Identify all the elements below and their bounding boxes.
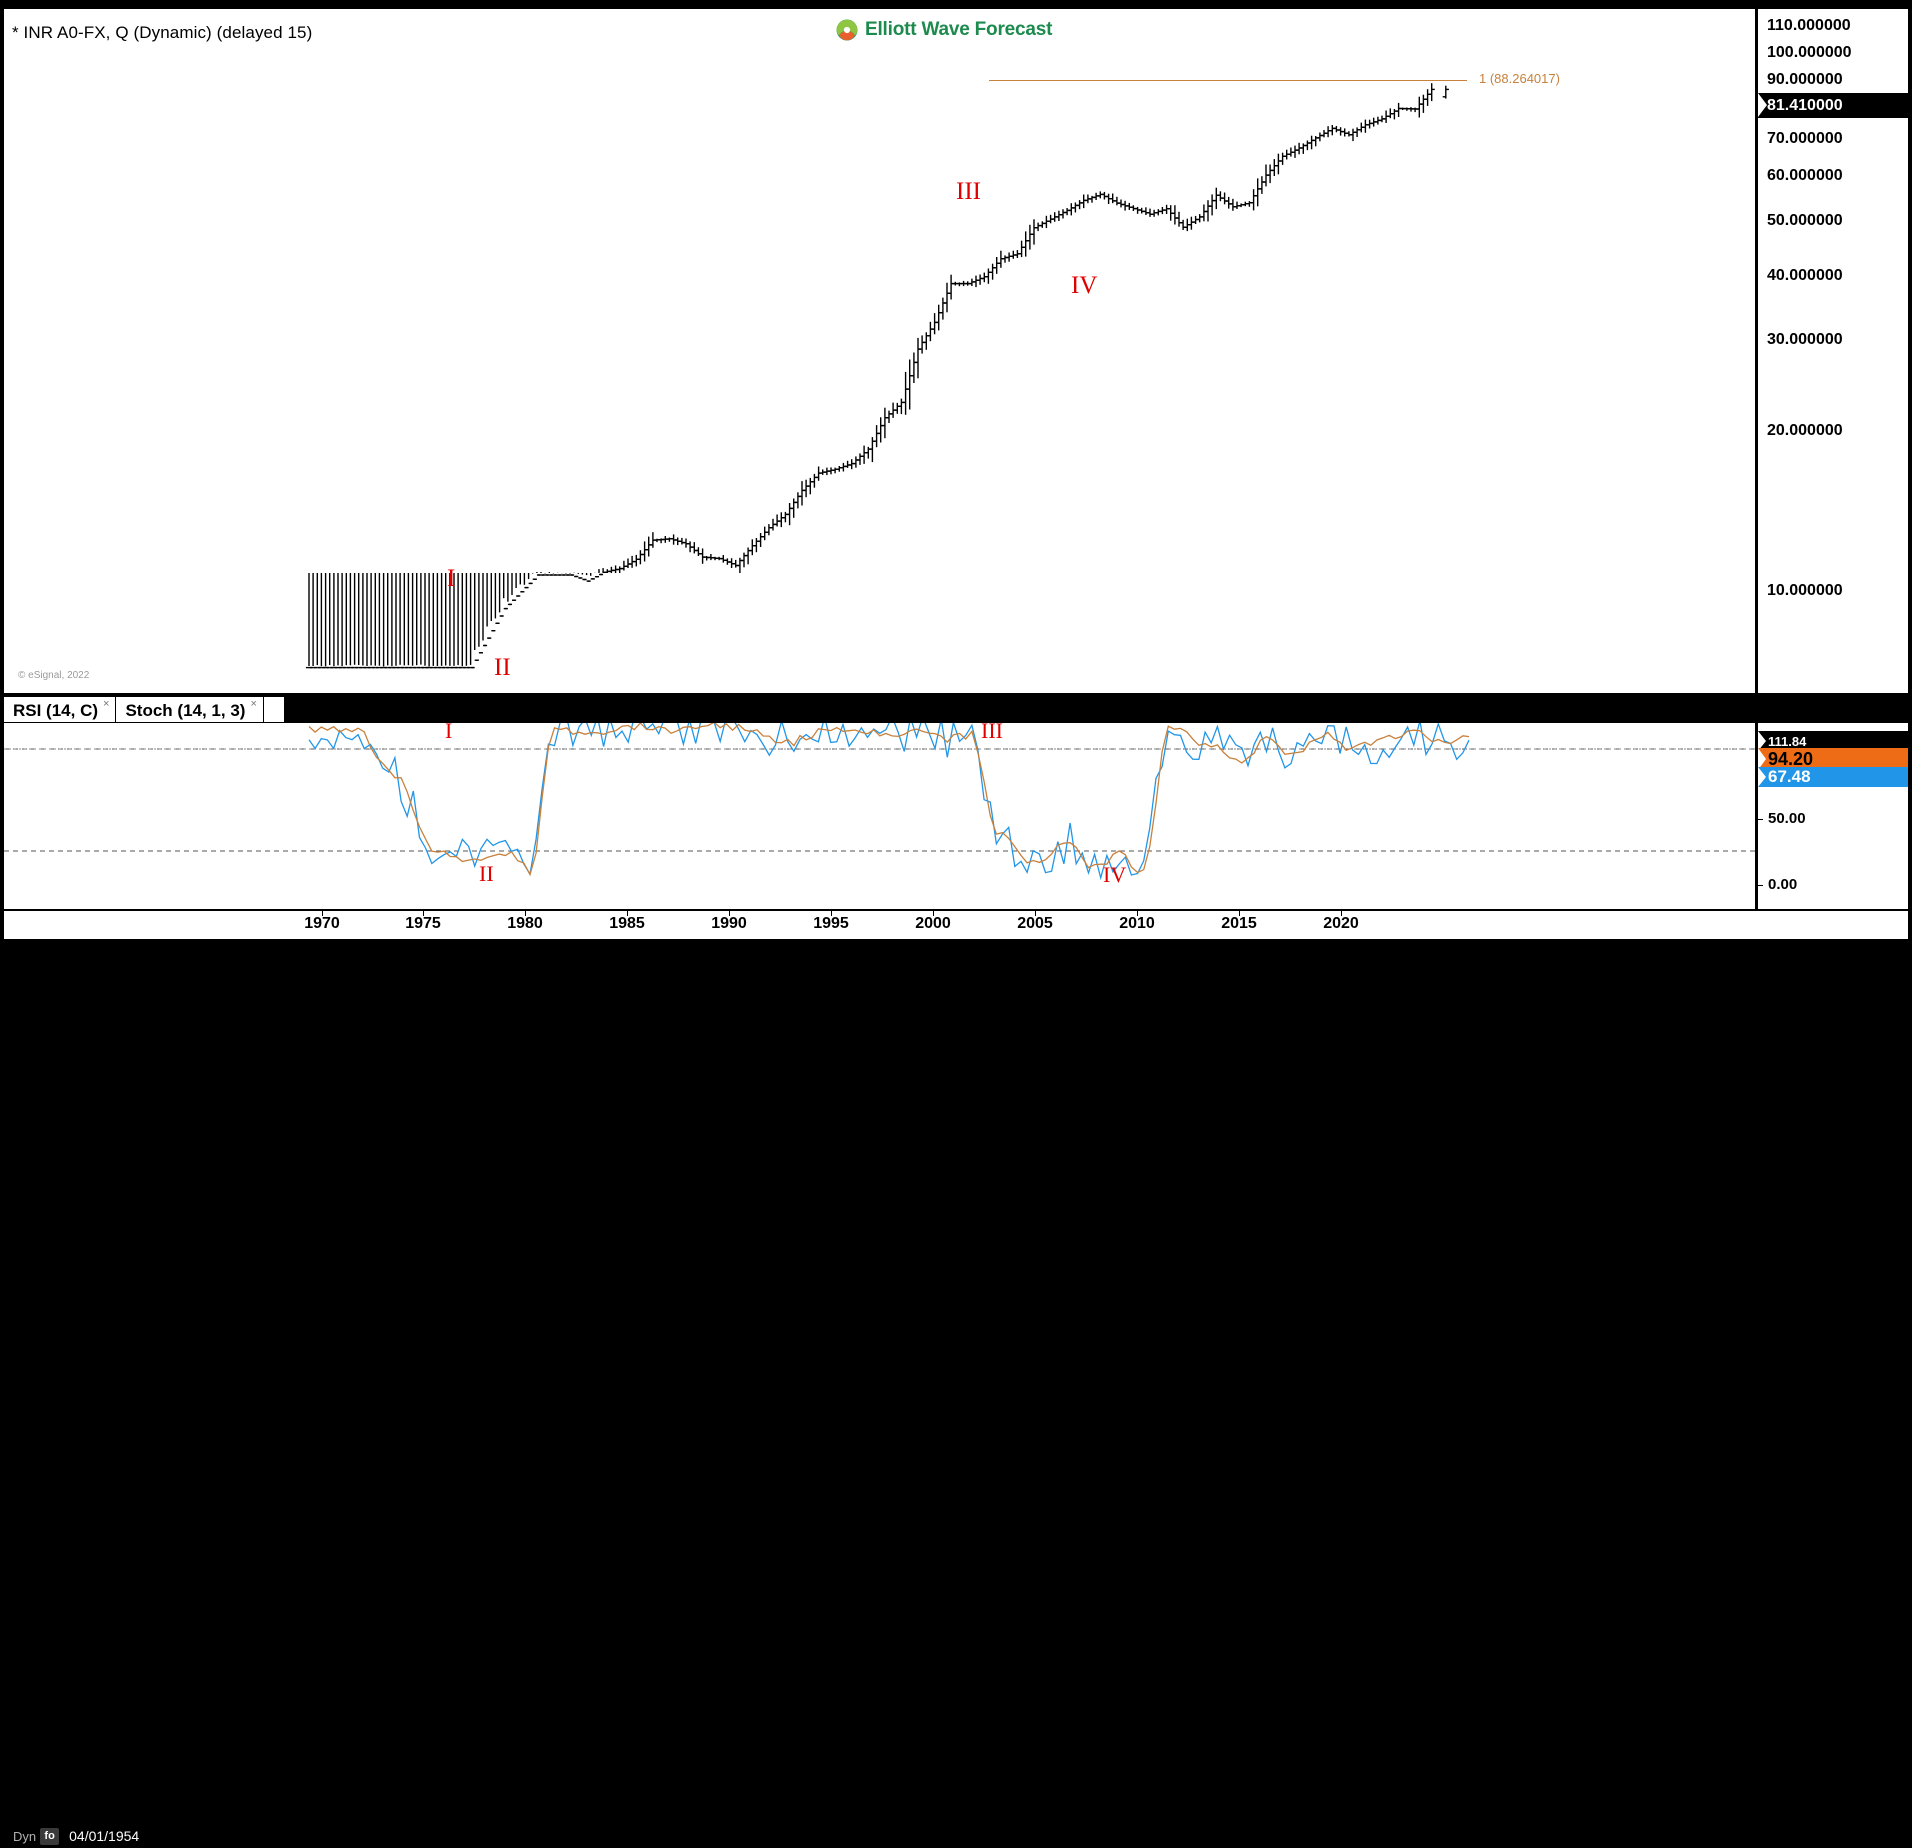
wave-label-ii: II [494, 654, 511, 681]
indicator-wave-label-iii: III [981, 722, 1003, 743]
price-axis-tick: 10.000000 [1767, 582, 1843, 599]
price-axis-tick: 60.000000 [1767, 167, 1843, 184]
price-axis-tick: 70.000000 [1767, 130, 1843, 147]
indicator-tab-label: Stoch (14, 1, 3) [125, 700, 246, 720]
time-axis[interactable]: Dyn fo 04/01/1954 EWF 12.4.2022 1970 1975… [3, 910, 1909, 1847]
indicator-tab-close-icon[interactable]: × [250, 698, 256, 710]
time-axis-tick: 1990 [711, 915, 747, 932]
indicator-pane[interactable]: I II III IV [3, 722, 1756, 910]
wave-label-i: I [447, 565, 456, 592]
stoch-d-value-badge: 67.48 [1758, 767, 1908, 787]
price-axis-tick: 110.000000 [1767, 17, 1851, 34]
indicator-tab-add-slot[interactable] [262, 696, 285, 724]
price-axis[interactable]: 110.000000 100.000000 90.000000 70.000000 60… [1758, 8, 1909, 694]
indicator-tab[interactable]: RSI (14, C) × [3, 696, 117, 724]
indicator-axis-tick: 0.00 [1768, 876, 1798, 893]
price-axis-tick: 100.000000 [1767, 44, 1852, 61]
indicator-tab[interactable]: Stoch (14, 1, 3) × [115, 696, 264, 724]
time-axis-tick: 1980 [507, 915, 543, 932]
wave-label-iv: IV [1071, 272, 1098, 299]
indicator-axis-tickmark [1758, 819, 1763, 820]
symbol-title: * INR A0-FX, Q (Dynamic) (delayed 15) [12, 23, 313, 42]
time-axis-tick: 2005 [1017, 915, 1053, 932]
price-chart-pane[interactable]: * INR A0-FX, Q (Dynamic) (delayed 15) El… [3, 8, 1756, 694]
indicator-wave-label-iv: IV [1103, 862, 1127, 887]
time-axis-tick: 1995 [813, 915, 849, 932]
wave-label-iii: III [956, 178, 981, 205]
time-axis-tick: 1970 [304, 915, 340, 932]
time-axis-tick: 2010 [1119, 915, 1155, 932]
target-projection-line[interactable] [989, 80, 1467, 81]
dynamic-date-controls[interactable]: Dyn fo 04/01/1954 [13, 1827, 146, 1845]
brand-logo-text: Elliott Wave Forecast [865, 19, 1053, 40]
indicator-axis-tick: 50.00 [1768, 810, 1806, 827]
indicator-wave-label-ii: II [479, 861, 494, 886]
price-axis-tick: 30.000000 [1767, 331, 1843, 348]
brand-logo: Elliott Wave Forecast [836, 19, 1052, 41]
time-axis-tick: 1975 [405, 915, 441, 932]
time-axis-tick: 2015 [1221, 915, 1257, 932]
last-price-arrow [1758, 93, 1767, 117]
data-provider-credit: © eSignal, 2022 [18, 670, 90, 681]
indicator-plot [4, 723, 1755, 881]
chart-window: * INR A0-FX, Q (Dynamic) (delayed 15) El… [0, 0, 1912, 1847]
indicator-tab-bar[interactable]: RSI (14, C) × Stoch (14, 1, 3) × [3, 694, 285, 724]
indicator-axis-tickmark [1758, 885, 1763, 886]
start-date-field[interactable]: 04/01/1954 [63, 1827, 146, 1845]
target-projection-label: 1 (88.264017) [1479, 71, 1560, 86]
time-axis-tick: 2000 [915, 915, 951, 932]
last-price-value: 81.410000 [1767, 96, 1843, 114]
time-axis-tick: 1985 [609, 915, 645, 932]
elliott-wave-logo-icon [836, 19, 858, 41]
price-axis-tick: 40.000000 [1767, 267, 1843, 284]
ewf-datestamp: EWF 12.4.2022 [1754, 1824, 1900, 1847]
indicator-tab-close-icon[interactable]: × [103, 698, 109, 710]
last-price-badge: 81.410000 [1758, 93, 1908, 118]
price-chart-plot [305, 83, 1449, 669]
indicator-wave-label-i: I [445, 722, 453, 743]
dyn-label: Dyn [13, 1828, 37, 1844]
price-axis-tick: 90.000000 [1767, 71, 1843, 88]
indicator-axis[interactable]: 50.00 0.00 111.84 94.20 67.48 [1758, 722, 1909, 910]
price-axis-tick: 20.000000 [1767, 422, 1843, 439]
price-axis-tick: 50.000000 [1767, 212, 1843, 229]
time-axis-tick: 2020 [1323, 915, 1359, 932]
badge-arrow [1758, 767, 1766, 787]
indicator-tab-label: RSI (14, C) [13, 700, 99, 720]
formula-icon[interactable]: fo [40, 1827, 60, 1845]
